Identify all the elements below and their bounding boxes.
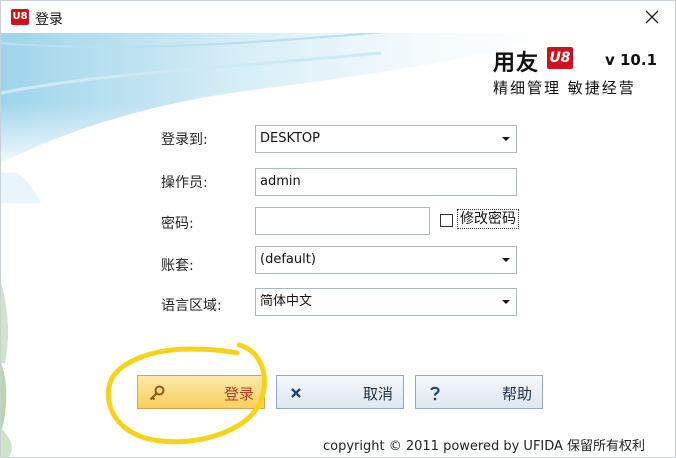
close-button[interactable] — [629, 1, 675, 33]
chevron-down-icon[interactable] — [496, 289, 516, 315]
operator-value: admin — [260, 174, 301, 189]
cancel-button-label: 取消 — [363, 385, 394, 403]
password-input[interactable] — [255, 207, 430, 235]
change-password-checkbox[interactable] — [440, 214, 453, 227]
login-to-label: 登录到: — [161, 132, 208, 148]
question-icon — [430, 386, 440, 401]
operator-input[interactable]: admin — [255, 168, 517, 196]
language-value: 简体中文 — [260, 294, 313, 309]
help-button-label: 帮助 — [502, 385, 533, 403]
account-set-select[interactable]: (default) — [255, 246, 517, 274]
title-bar: U8 登录 — [1, 1, 675, 33]
key-icon — [149, 385, 165, 401]
chevron-down-icon[interactable] — [496, 247, 516, 273]
change-password-label[interactable]: 修改密码 — [457, 209, 519, 229]
login-to-select[interactable]: DESKTOP — [255, 125, 517, 153]
operator-label: 操作员: — [161, 175, 208, 191]
brand-logo: U8 — [547, 47, 573, 69]
account-set-value: (default) — [260, 252, 316, 267]
login-button-label: 登录 — [224, 385, 255, 403]
login-window: U8 登录 用友 U8 v 10.1 精细管理 敏捷经营 登录到: DESKTO… — [0, 0, 676, 458]
copyright-text: copyright © 2011 powered by UFIDA 保留所有权利 — [323, 439, 646, 454]
password-label: 密码: — [161, 216, 194, 232]
close-icon — [645, 10, 659, 24]
brand-slogan: 精细管理 敏捷经营 — [493, 79, 636, 97]
x-icon — [291, 388, 301, 398]
cancel-button[interactable]: 取消 — [276, 375, 404, 409]
language-select[interactable]: 简体中文 — [255, 288, 517, 316]
chevron-down-icon[interactable] — [496, 126, 516, 152]
window-title: 登录 — [35, 12, 63, 28]
help-button[interactable]: 帮助 — [415, 375, 543, 409]
language-label: 语言区域: — [161, 298, 222, 314]
dialog-body: 用友 U8 v 10.1 精细管理 敏捷经营 登录到: DESKTOP 操作员:… — [1, 33, 675, 457]
brand-name: 用友 — [493, 51, 540, 76]
brand-version: v 10.1 — [605, 51, 658, 69]
login-button[interactable]: 登录 — [137, 375, 265, 409]
login-to-value: DESKTOP — [260, 131, 321, 146]
account-set-label: 账套: — [161, 258, 194, 274]
app-logo-icon: U8 — [11, 9, 29, 25]
